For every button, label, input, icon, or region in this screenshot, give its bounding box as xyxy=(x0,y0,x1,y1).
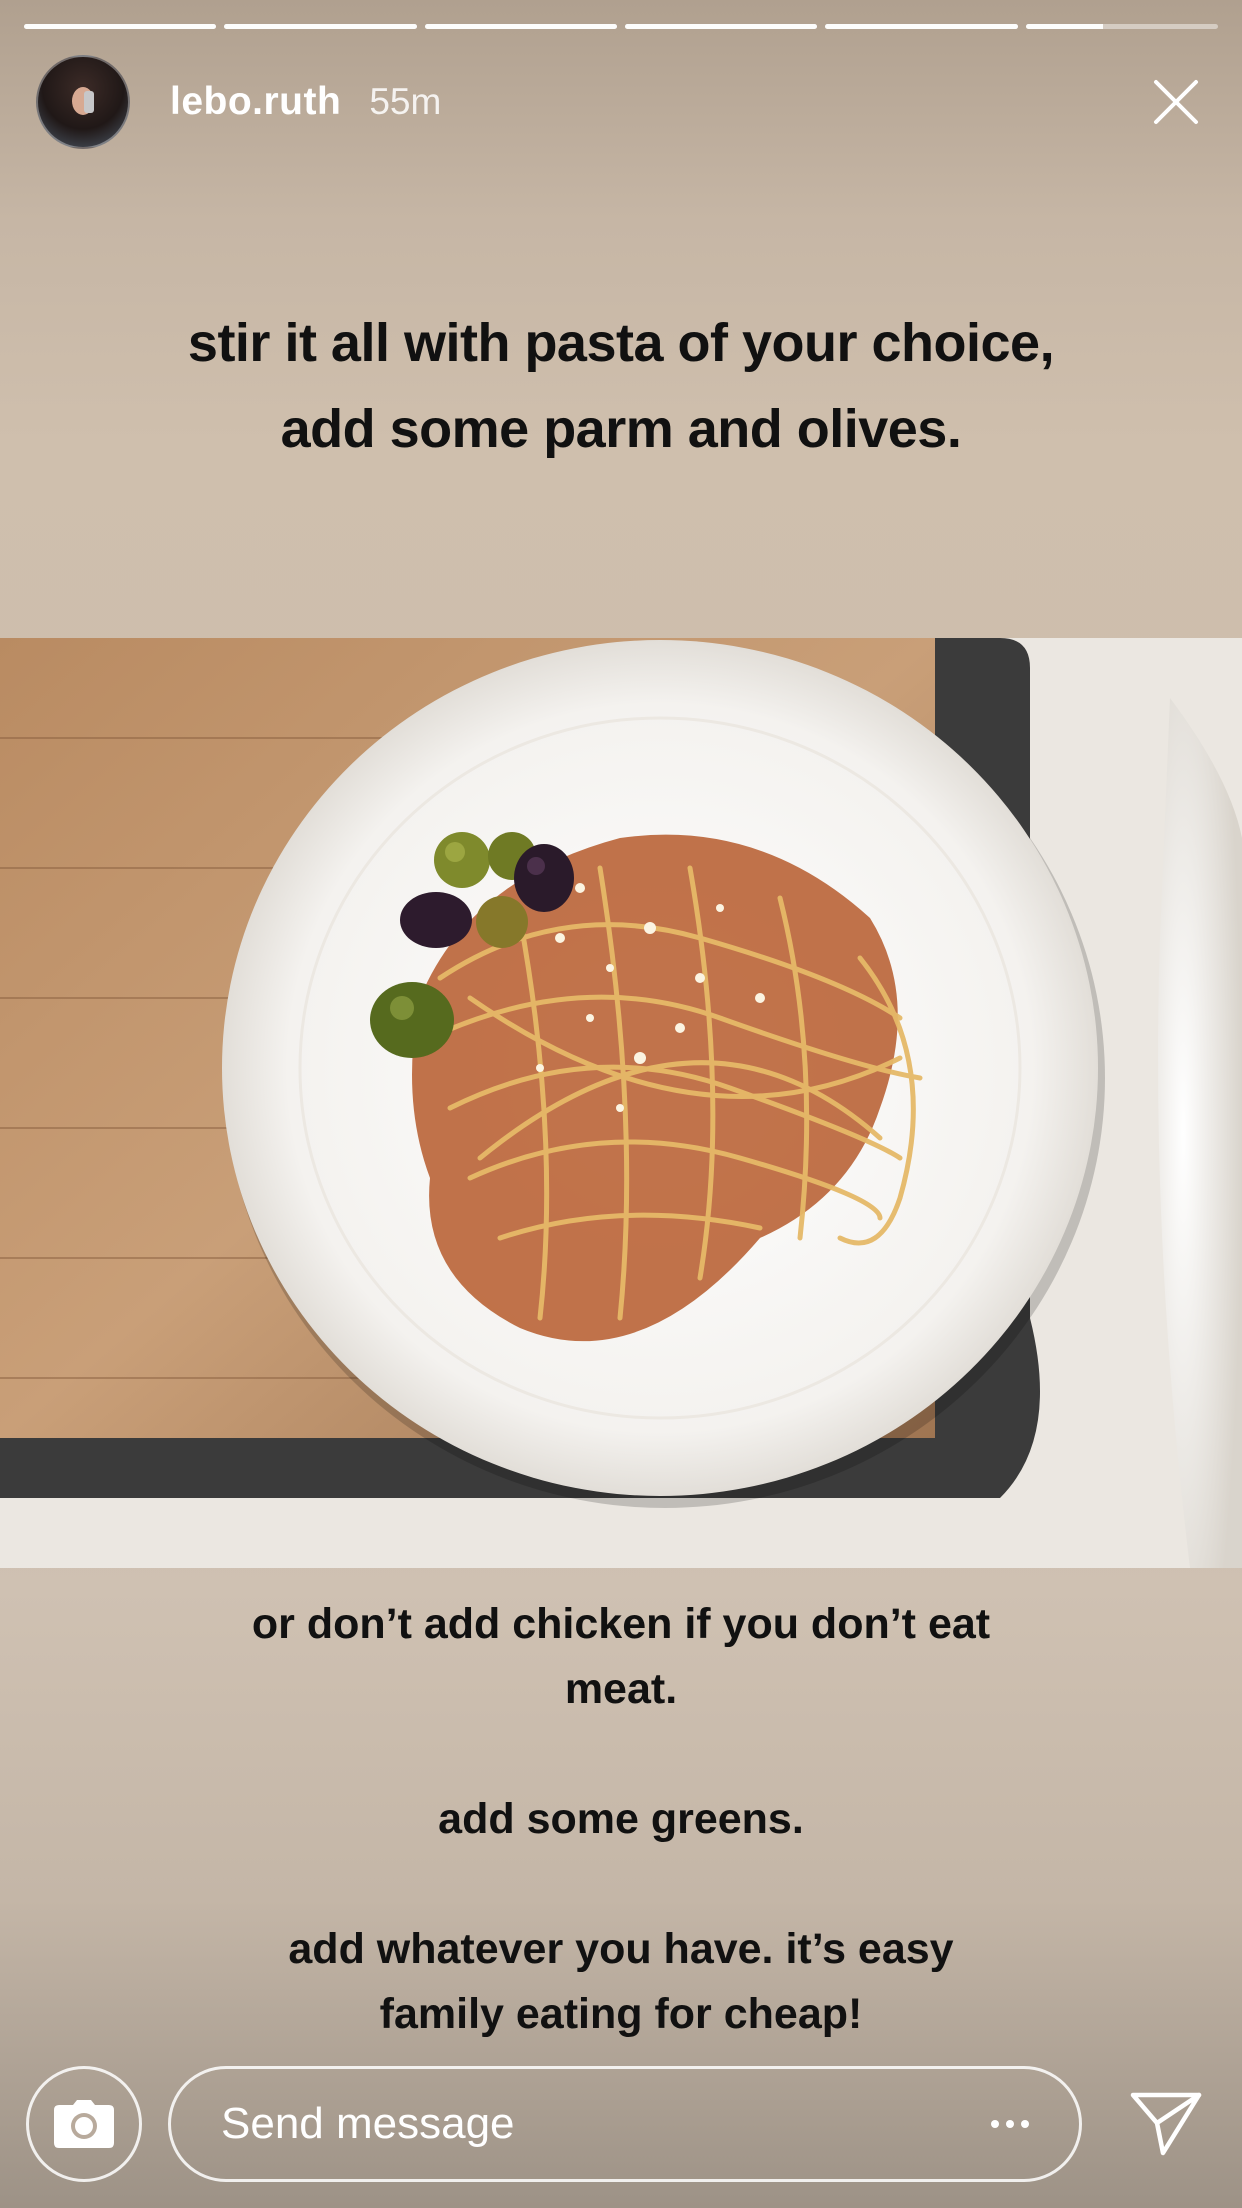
progress-fill xyxy=(1025,24,1103,29)
caption-bottom: or don’t add chicken if you don’t eat me… xyxy=(0,1592,1242,2047)
more-dots-icon[interactable] xyxy=(991,2120,1029,2128)
progress-segment xyxy=(424,24,617,29)
caption-gap xyxy=(0,1722,1242,1787)
pasta-plate-image xyxy=(0,638,1242,1568)
username[interactable]: lebo.ruth xyxy=(170,80,341,124)
story-footer: Send message xyxy=(26,2066,1216,2182)
close-button[interactable] xyxy=(1146,72,1206,132)
send-paper-plane-icon xyxy=(1130,2092,1202,2156)
caption-line: stir it all with pasta of your choice, xyxy=(187,313,1055,373)
message-input[interactable]: Send message xyxy=(168,2066,1082,2182)
progress-fill xyxy=(424,24,617,29)
story-progress-bar xyxy=(24,24,1218,29)
send-button[interactable] xyxy=(1116,2066,1216,2182)
progress-fill xyxy=(24,24,217,29)
caption-line: meat. xyxy=(564,1665,678,1713)
story-header: lebo.ruth 55m xyxy=(36,55,1206,149)
message-placeholder: Send message xyxy=(221,2099,515,2148)
caption-line: add whatever you have. it’s easy xyxy=(288,1925,954,1973)
close-icon xyxy=(1154,80,1198,124)
avatar[interactable] xyxy=(36,55,130,149)
progress-fill xyxy=(825,24,1018,29)
caption-gap xyxy=(0,1852,1242,1917)
camera-icon xyxy=(54,2100,114,2148)
story-photo xyxy=(0,638,1242,1568)
caption-line: add some greens. xyxy=(438,1795,804,1843)
progress-segment xyxy=(224,24,417,29)
progress-fill xyxy=(624,24,818,29)
caption-top: stir it all with pasta of your choice, a… xyxy=(0,300,1242,472)
progress-segment xyxy=(1025,24,1218,29)
progress-segment xyxy=(624,24,818,29)
progress-fill xyxy=(224,24,417,29)
caption-line: add some parm and olives. xyxy=(280,399,962,459)
progress-segment xyxy=(24,24,217,29)
caption-line: family eating for cheap! xyxy=(379,1990,863,2038)
progress-segment xyxy=(825,24,1018,29)
camera-button[interactable] xyxy=(26,2066,142,2182)
caption-line: or don’t add chicken if you don’t eat xyxy=(251,1600,991,1648)
avatar-phone xyxy=(84,91,94,113)
timestamp: 55m xyxy=(369,81,442,122)
